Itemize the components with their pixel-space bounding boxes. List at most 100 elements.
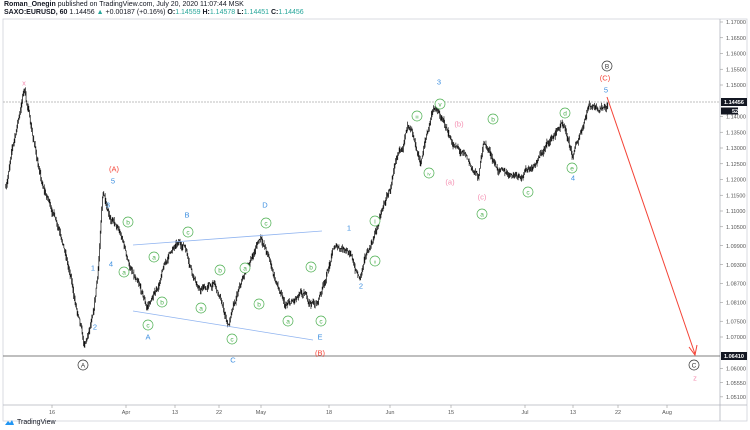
cloud-icon <box>5 420 14 425</box>
wave-label-circled: a <box>195 302 207 314</box>
time-tick-label: Aug <box>662 410 672 416</box>
wave-label-plain: E <box>317 332 322 341</box>
wave-label-plain: 5 <box>604 85 608 94</box>
wave-label-text: ii <box>374 259 376 264</box>
wave-label-plain: x <box>22 78 26 87</box>
wave-label-circled: C <box>688 359 700 371</box>
tradingview-logo[interactable]: TradingView <box>4 419 56 426</box>
triangle-upper-line <box>132 230 323 246</box>
wave-label-text: b <box>257 301 261 308</box>
wave-label-circled: c <box>315 315 327 327</box>
wave-label-circled: c <box>182 226 194 238</box>
price-tick-label: 1.08100 <box>726 301 746 307</box>
price-tick-label: 1.13000 <box>726 146 746 152</box>
price-tick-label: 1.15500 <box>726 67 746 73</box>
time-tick-label: 22 <box>216 410 222 416</box>
wave-label-text: 4 <box>571 173 575 182</box>
wave-label-text: iii <box>416 114 419 119</box>
wave-label-circled: b <box>122 216 134 228</box>
candles <box>5 87 609 348</box>
wave-label-circled: ii <box>369 255 381 267</box>
wave-label-text: b <box>160 299 164 306</box>
wave-label-text: A <box>145 332 150 341</box>
wave-label-plain: D <box>262 200 268 209</box>
wave-label-text: i <box>374 218 375 225</box>
wave-label-text: 5 <box>604 85 608 94</box>
wave-label-circled: b <box>214 264 226 276</box>
wave-label-text: C <box>692 362 697 369</box>
wave-label-plain: B <box>184 210 189 219</box>
wave-label-text: (B) <box>315 348 326 357</box>
wave-label-circled: v <box>434 98 446 110</box>
wave-label-text: b <box>491 116 495 123</box>
price-tick-label: 1.12500 <box>726 162 746 168</box>
wave-label-circled: c <box>226 333 238 345</box>
price-tick-label: 1.06000 <box>726 367 746 373</box>
wave-label-text: a <box>152 254 156 261</box>
wave-label-circled: c <box>260 217 272 229</box>
wave-label-circled: a <box>148 251 160 263</box>
wave-label-text: (a) <box>445 177 455 186</box>
wave-label-circled: b <box>156 296 168 308</box>
wave-label-circled: b <box>487 113 499 125</box>
time-axis: 16 Apr 13 22 May 18 Jun 15 Jul 13 22 Aug <box>49 405 672 416</box>
price-tick-label: 1.09900 <box>726 244 746 250</box>
wave-label-plain: 1 <box>91 263 95 272</box>
arrow-head-icon <box>688 344 698 357</box>
wave-label-text: D <box>262 200 268 209</box>
wave-label-circled: e <box>566 162 578 174</box>
last-price-tag: 1.14456 <box>721 98 747 106</box>
wave-label-text: E <box>317 332 322 341</box>
wave-label-text: d <box>563 110 567 117</box>
price-tick-label: 1.14000 <box>726 115 746 121</box>
wave-label-text: x <box>22 78 26 87</box>
wave-label-plain: A <box>145 332 150 341</box>
wave-label-text: a <box>480 211 484 218</box>
wave-label-circled: c <box>522 186 534 198</box>
level-price-tag-text: 1.06410 <box>724 354 744 360</box>
wave-label-text: C <box>230 355 236 364</box>
wave-label-plain: (c) <box>478 192 487 201</box>
countdown-tag: 52:17 <box>721 107 746 115</box>
wave-label-plain: (A) <box>109 164 120 173</box>
wave-label-text: 3 <box>106 200 110 209</box>
wave-label-text: a <box>243 265 247 272</box>
price-chart[interactable]: 1.17000 1.16500 1.16000 1.15500 1.15000 1.140… <box>0 0 750 430</box>
price-tick-label: 1.17000 <box>726 20 746 26</box>
wave-label-plain: z <box>693 373 697 382</box>
price-tick-label: 1.09300 <box>726 263 746 269</box>
wave-label-plain: 1 <box>347 223 351 232</box>
forecast-arrow-line <box>606 96 696 355</box>
price-tick-label: 1.05550 <box>726 381 746 387</box>
time-tick-label: 22 <box>615 410 621 416</box>
time-tick-label: 18 <box>326 410 332 416</box>
wave-label-circled: c <box>142 319 154 331</box>
brand-name: TradingView <box>17 419 56 426</box>
price-tick-label: 1.11000 <box>726 209 745 215</box>
price-tick-label: 1.16000 <box>726 52 746 58</box>
wave-label-text: A <box>81 362 86 369</box>
price-axis: 1.17000 1.16500 1.16000 1.15500 1.15000 1.140… <box>720 20 746 401</box>
wave-label-circled: A <box>77 359 89 371</box>
time-tick-label: 16 <box>49 410 55 416</box>
wave-label-plain: (b) <box>454 119 464 128</box>
last-price-tag-text: 1.14456 <box>724 100 744 106</box>
wave-label-circled: iv <box>423 167 435 179</box>
wave-label-circled: i <box>369 215 381 227</box>
wave-label-plain: 2 <box>93 322 97 331</box>
wave-label-circled: d <box>559 107 571 119</box>
wave-label-plain: (B) <box>315 348 326 357</box>
wave-label-text: 4 <box>109 259 113 268</box>
wave-label-text: b <box>126 219 130 226</box>
time-tick-label: May <box>256 410 267 416</box>
price-tick-label: 1.11500 <box>726 193 745 199</box>
wave-label-text: 2 <box>93 322 97 331</box>
wave-label-text: (b) <box>454 119 464 128</box>
wave-label-plain: 2 <box>359 281 363 290</box>
time-tick-label: Apr <box>122 410 131 416</box>
wave-label-plain: 5 <box>111 176 115 185</box>
wave-label-circled: a <box>239 262 251 274</box>
wave-label-plain: 4 <box>109 259 113 268</box>
wave-label-text: B <box>605 63 609 70</box>
wave-label-text: 1 <box>347 223 351 232</box>
